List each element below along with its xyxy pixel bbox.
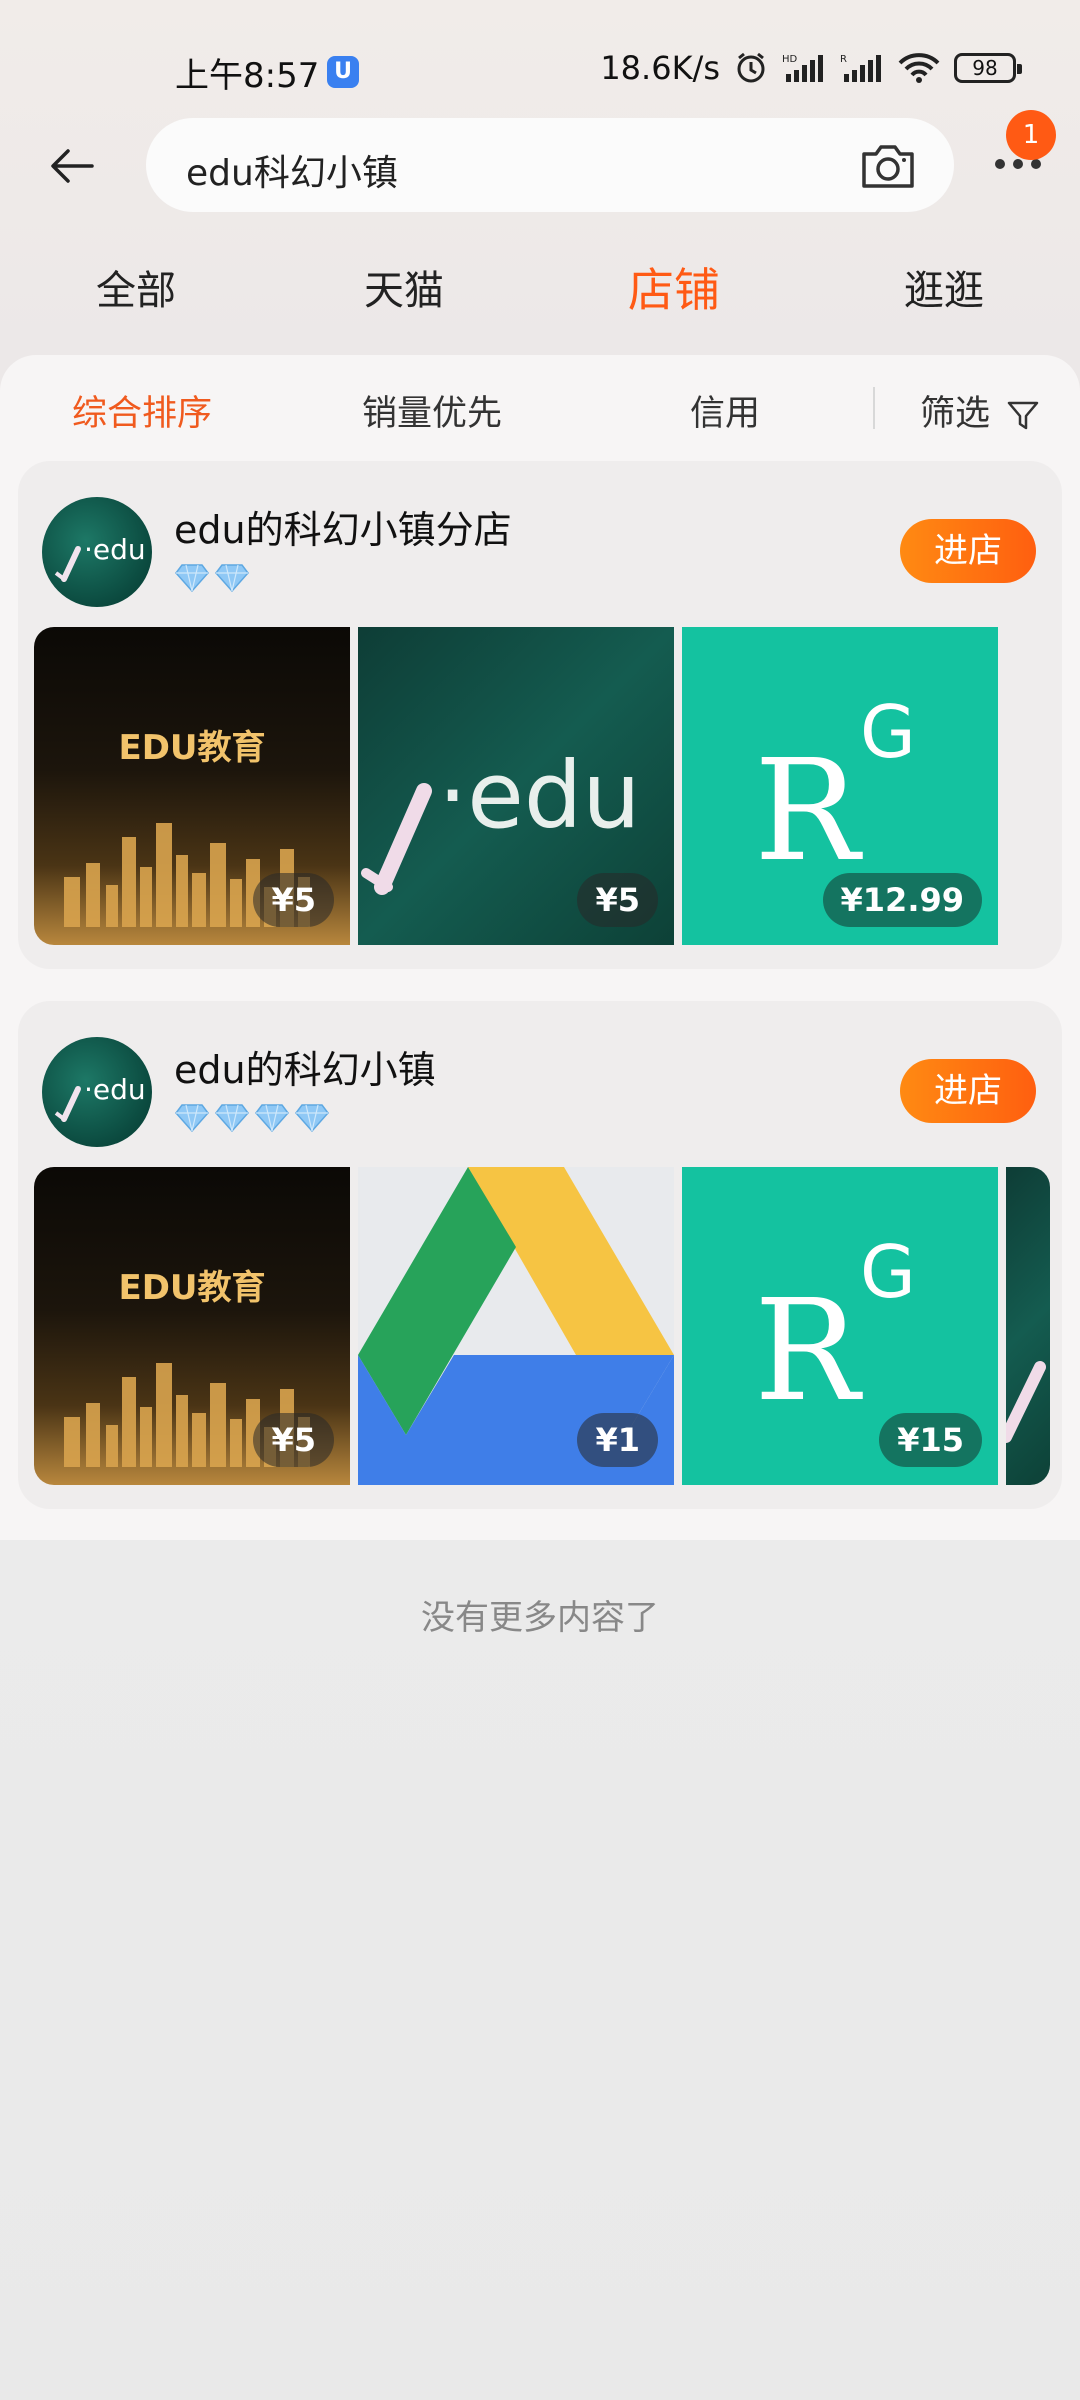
status-bar: 上午8:57 U 18.6K/s HD R 98 (0, 0, 1080, 110)
price-badge: ¥15 (879, 1413, 982, 1467)
price-badge: ¥12.99 (822, 873, 982, 927)
filter-label: 筛选 (920, 394, 991, 434)
enter-shop-button[interactable]: 进店 (900, 1059, 1036, 1123)
wifi-icon (898, 52, 940, 84)
no-more-content-text: 没有更多内容了 (421, 1598, 659, 1638)
product-item[interactable]: R G ¥12.99 (682, 627, 998, 945)
product-row: EDU教育 ¥5 (34, 1167, 1062, 1485)
svg-text:R: R (840, 54, 847, 65)
product-row: EDU教育 ¥5 (34, 627, 1062, 945)
more-dot-icon (1031, 159, 1041, 169)
price-badge: ¥5 (253, 1413, 334, 1467)
svg-text:R: R (754, 1270, 863, 1433)
product-item[interactable]: R G ¥15 (682, 1167, 998, 1485)
net-speed: 18.6K/s (600, 49, 720, 87)
status-right-group: 18.6K/s HD R 98 (600, 48, 1022, 88)
svg-text:·edu: ·edu (84, 533, 146, 566)
diamond-icon (295, 1104, 329, 1133)
tab-shops[interactable]: 店铺 (628, 254, 720, 320)
search-results-page: 上午8:57 U 18.6K/s HD R 98 edu科幻小镇 1 全部 天猫… (0, 0, 1080, 2400)
price-badge: ¥1 (577, 1413, 658, 1467)
camera-search-button[interactable] (858, 136, 918, 196)
alarm-icon (734, 51, 768, 85)
tab-tmall[interactable]: 天猫 (364, 258, 444, 316)
filter-icon (1007, 401, 1039, 430)
shop-name: edu的科幻小镇 (174, 1048, 436, 1092)
svg-text:G: G (860, 1230, 916, 1314)
price-badge: ¥5 (577, 873, 658, 927)
shop-card[interactable]: ·edu edu的科幻小镇分店 进店 EDU教育 ¥5 ·edu ¥5 R G … (18, 461, 1062, 969)
product-item[interactable]: EDU教育 ¥5 (34, 627, 350, 945)
shop-avatar: ·edu (42, 1037, 152, 1147)
battery-indicator: 98 (954, 53, 1022, 83)
hd-signal-icon: HD (782, 52, 826, 84)
svg-text:G: G (860, 690, 916, 774)
notification-badge: 1 (1006, 110, 1056, 160)
diamond-icon (215, 1104, 249, 1133)
shop-card[interactable]: ·edu edu的科幻小镇 进店 EDU教育 ¥5 ¥1 R G ¥15 (18, 1001, 1062, 1509)
diamond-icon (175, 1104, 209, 1133)
price-badge: ¥5 (253, 873, 334, 927)
results-panel: 综合排序 销量优先 信用 筛选 ·edu edu的科幻小镇分店 进店 EDU教育… (0, 355, 1080, 1638)
status-time: 上午8:57 (175, 56, 320, 96)
camera-icon (862, 145, 914, 188)
shop-avatar: ·edu (42, 497, 152, 607)
arrow-left-icon (51, 149, 94, 183)
enter-shop-button[interactable]: 进店 (900, 519, 1036, 583)
search-query-text: edu科幻小镇 (186, 153, 398, 194)
product-image-chalkboard (1006, 1167, 1050, 1485)
product-item[interactable] (1006, 1167, 1050, 1485)
filter-button[interactable]: 筛选 (920, 385, 1041, 436)
diamond-icon (255, 1104, 289, 1133)
tab-all[interactable]: 全部 (96, 258, 176, 316)
product-item[interactable]: ·edu ¥5 (358, 627, 674, 945)
svg-text:·edu: ·edu (438, 742, 641, 849)
tab-browse[interactable]: 逛逛 (904, 258, 984, 316)
svg-text:·edu: ·edu (84, 1073, 146, 1106)
edu-overlay-text: EDU教育 (118, 728, 265, 768)
edu-overlay-text: EDU教育 (118, 1268, 265, 1308)
shop-rating (174, 1103, 330, 1133)
sort-comprehensive[interactable]: 综合排序 (72, 385, 212, 436)
search-input[interactable]: edu科幻小镇 (146, 118, 954, 212)
diamond-icon (215, 564, 249, 593)
svg-text:HD: HD (782, 54, 798, 65)
sort-bar: 综合排序 销量优先 信用 筛选 (0, 355, 1080, 461)
shop-name: edu的科幻小镇分店 (174, 508, 512, 552)
more-dot-icon (995, 159, 1005, 169)
app-notification-icon: U (327, 56, 359, 88)
more-dot-icon (1013, 159, 1023, 169)
svg-text:R: R (754, 730, 863, 893)
signal-icon: R (840, 52, 884, 84)
top-tabs: 全部 天猫 店铺 逛逛 (0, 258, 1080, 328)
back-button[interactable] (42, 136, 102, 196)
sort-sales[interactable]: 销量优先 (362, 385, 502, 436)
product-item[interactable]: ¥1 (358, 1167, 674, 1485)
diamond-icon (175, 564, 209, 593)
sort-credit[interactable]: 信用 (690, 385, 760, 436)
product-item[interactable]: EDU教育 ¥5 (34, 1167, 350, 1485)
sort-divider (873, 387, 875, 429)
shop-rating (174, 563, 250, 593)
